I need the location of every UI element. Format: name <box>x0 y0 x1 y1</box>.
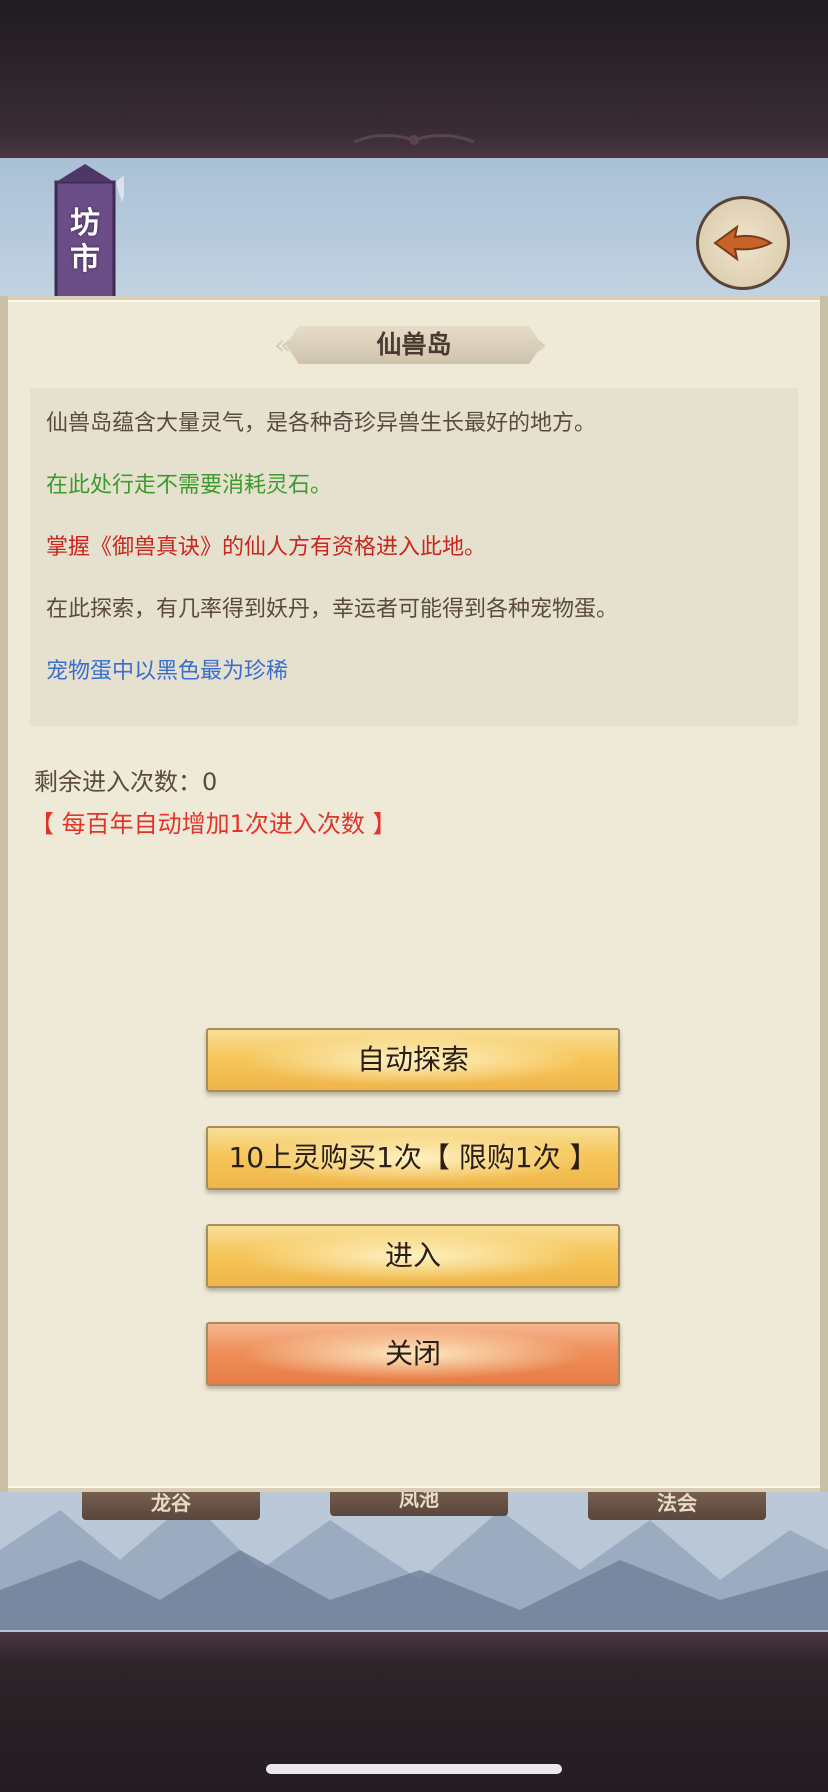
banner-label: 坊市 <box>70 206 100 277</box>
dialog-title: 仙兽岛 <box>376 330 452 359</box>
auto-explore-button[interactable]: 自动探索 <box>206 1028 620 1092</box>
close-button[interactable]: 关闭 <box>206 1322 620 1386</box>
description-line: 宠物蛋中以黑色最为珍稀 <box>46 659 289 684</box>
description-line: 在此处行走不需要消耗灵石。 <box>46 473 333 498</box>
auto-increase-note: 【 每百年自动增加1次进入次数 】 <box>30 810 397 838</box>
close-label: 关闭 <box>384 1337 441 1370</box>
home-indicator[interactable] <box>266 1764 562 1774</box>
top-ornament <box>353 134 475 145</box>
enter-button[interactable]: 进入 <box>206 1224 620 1288</box>
buy-entry-label: 10上灵购买1次【 限购1次 】 <box>228 1141 598 1174</box>
remaining-entries: 剩余进入次数：0 <box>34 768 218 796</box>
back-button[interactable] <box>696 196 790 290</box>
description-line: 仙兽岛蕴含大量灵气，是各种奇珍异兽生长最好的地方。 <box>46 411 597 436</box>
description-line: 在此探索，有几率得到妖丹，幸运者可能得到各种宠物蛋。 <box>46 597 619 622</box>
panel-left-edge <box>0 296 8 1492</box>
buy-entry-button[interactable]: 10上灵购买1次【 限购1次 】 <box>206 1126 620 1190</box>
enter-label: 进入 <box>384 1239 441 1272</box>
panel-right-edge <box>820 296 828 1492</box>
auto-explore-label: 自动探索 <box>356 1043 469 1076</box>
back-arrow-icon <box>713 224 774 262</box>
description-line: 掌握《御兽真诀》的仙人方有资格进入此地。 <box>46 535 487 560</box>
